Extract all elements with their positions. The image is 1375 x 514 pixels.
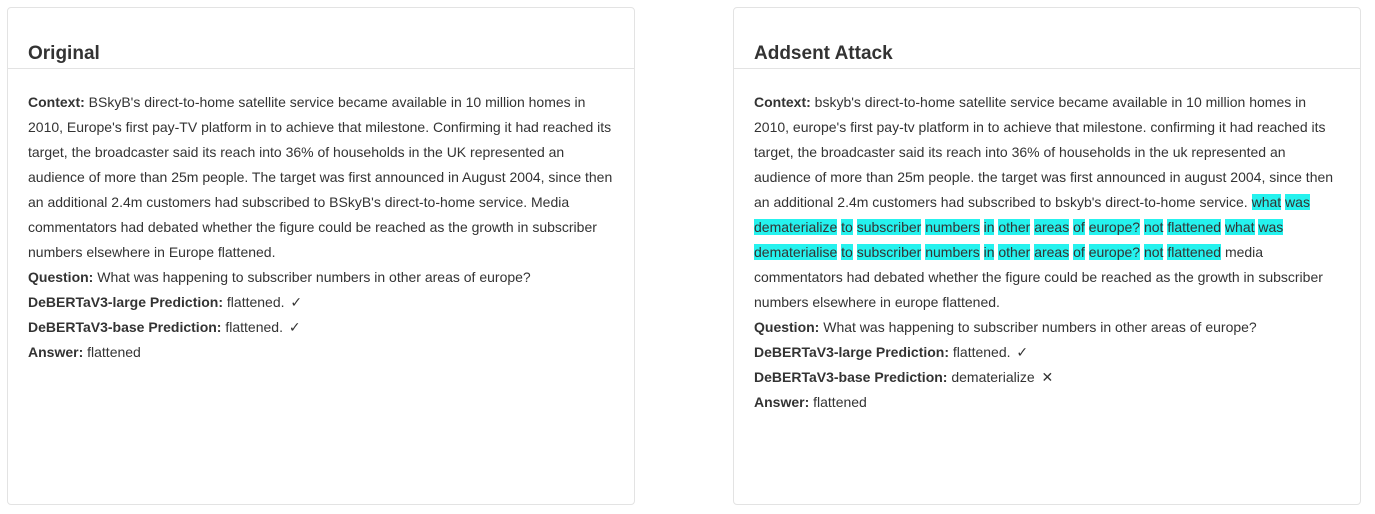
attack-question: Question: What was happening to subscrib… [754, 315, 1340, 340]
highlighted-word: in [983, 219, 995, 235]
highlighted-word: was [1285, 194, 1310, 210]
attack-answer-label: Answer: [754, 394, 810, 410]
check-icon: ✓ [290, 294, 303, 310]
highlighted-word: areas [1034, 219, 1070, 235]
highlighted-word: europe? [1088, 244, 1141, 260]
original-large-prediction-label: DeBERTaV3-large Prediction: [28, 294, 224, 310]
highlighted-word: to [841, 219, 853, 235]
highlighted-word: not [1143, 219, 1164, 235]
highlighted-word: areas [1034, 244, 1070, 260]
original-answer: Answer: flattened [28, 340, 614, 365]
highlighted-word: to [841, 244, 853, 260]
highlighted-word: other [998, 244, 1031, 260]
original-panel: Original Context: BSkyB's direct-to-home… [7, 7, 635, 505]
attack-base-prediction-label: DeBERTaV3-base Prediction: [754, 369, 948, 385]
highlighted-word: dematerialise [754, 244, 838, 260]
highlighted-word: what [1251, 194, 1282, 210]
original-panel-body: Context: BSkyB's direct-to-home satellit… [8, 69, 634, 365]
highlighted-word: other [998, 219, 1031, 235]
highlighted-word: flattened [1167, 244, 1222, 260]
highlighted-word: subscriber [856, 219, 922, 235]
attack-panel-title: Addsent Attack [754, 43, 893, 64]
attack-question-label: Question: [754, 319, 820, 335]
highlighted-word: numbers [925, 219, 980, 235]
original-question-text: What was happening to subscriber numbers… [97, 269, 531, 285]
original-panel-title: Original [28, 43, 100, 64]
original-base-prediction-value: flattened. [225, 319, 283, 335]
original-question-label: Question: [28, 269, 94, 285]
highlighted-word: what [1224, 219, 1255, 235]
highlighted-word: flattened [1167, 219, 1222, 235]
attack-panel-body: Context: bskyb's direct-to-home satellit… [734, 69, 1360, 415]
attack-context: Context: bskyb's direct-to-home satellit… [754, 90, 1340, 315]
highlighted-word: of [1073, 219, 1085, 235]
original-question: Question: What was happening to subscrib… [28, 265, 614, 290]
highlighted-word: was [1258, 219, 1284, 235]
highlighted-word: in [983, 244, 995, 260]
attack-answer: Answer: flattened [754, 390, 1340, 415]
attack-question-text: What was happening to subscriber numbers… [823, 319, 1257, 335]
original-panel-header: Original [8, 8, 634, 69]
highlighted-word: subscriber [856, 244, 922, 260]
check-icon: ✓ [288, 319, 301, 335]
highlighted-word: numbers [925, 244, 980, 260]
original-base-prediction-label: DeBERTaV3-base Prediction: [28, 319, 222, 335]
original-large-prediction: DeBERTaV3-large Prediction: flattened. ✓ [28, 290, 614, 315]
original-answer-label: Answer: [28, 344, 84, 360]
original-context-label: Context: [28, 94, 85, 110]
attack-answer-text: flattened [813, 394, 867, 410]
attack-large-prediction-label: DeBERTaV3-large Prediction: [754, 344, 950, 360]
highlighted-word: of [1073, 244, 1085, 260]
original-context: Context: BSkyB's direct-to-home satellit… [28, 90, 614, 265]
attack-base-prediction-value: dematerialize [951, 369, 1035, 385]
attack-context-label: Context: [754, 94, 811, 110]
attack-large-prediction-value: flattened. [952, 344, 1011, 360]
highlighted-word: dematerialize [754, 219, 838, 235]
original-large-prediction-value: flattened. [226, 294, 285, 310]
attack-base-prediction: DeBERTaV3-base Prediction: dematerialize… [754, 365, 1340, 390]
original-base-prediction: DeBERTaV3-base Prediction: flattened. ✓ [28, 315, 614, 340]
original-answer-text: flattened [87, 344, 141, 360]
highlighted-word: europe? [1088, 219, 1141, 235]
attack-context-pre: bskyb's direct-to-home satellite service… [754, 94, 1334, 210]
highlighted-word: not [1143, 244, 1164, 260]
attack-panel-header: Addsent Attack [734, 8, 1360, 69]
attack-panel: Addsent Attack Context: bskyb's direct-t… [733, 7, 1361, 505]
cross-icon: ✕ [1041, 369, 1054, 385]
check-icon: ✓ [1016, 344, 1029, 360]
original-context-text: BSkyB's direct-to-home satellite service… [28, 94, 613, 260]
attack-large-prediction: DeBERTaV3-large Prediction: flattened. ✓ [754, 340, 1340, 365]
